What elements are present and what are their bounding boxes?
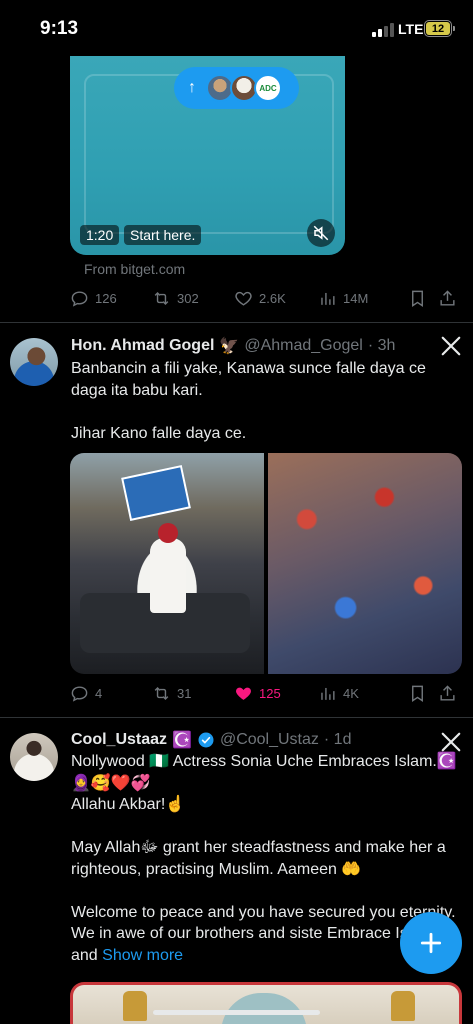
views-icon bbox=[321, 292, 335, 305]
rally-figure-cap bbox=[158, 523, 178, 543]
rally-banner bbox=[121, 465, 191, 521]
views-icon bbox=[321, 687, 335, 700]
new-posts-pill[interactable]: ↑ ADC bbox=[174, 67, 299, 109]
plus-icon bbox=[420, 932, 442, 954]
avatar[interactable] bbox=[10, 733, 58, 781]
tweet-text: Banbancin a fili yake, Kanawa sunce fall… bbox=[71, 360, 426, 442]
tweet-media-preview[interactable] bbox=[70, 982, 462, 1024]
x-logo-icon[interactable] bbox=[440, 731, 462, 753]
avatar: ADC bbox=[254, 74, 282, 102]
tweet-actions: 4 31 125 4K bbox=[70, 681, 465, 705]
post-time: · 1d bbox=[323, 731, 352, 748]
author-name[interactable]: Hon. Ahmad Gogel bbox=[71, 337, 214, 355]
repost-button[interactable]: 302 bbox=[152, 289, 234, 308]
bookmark-icon bbox=[412, 290, 423, 307]
badge-label: ADC bbox=[259, 83, 277, 93]
network-label: LTE bbox=[398, 21, 424, 37]
views-button[interactable]: 4K bbox=[318, 684, 408, 703]
name-emoji: 🦅 bbox=[219, 338, 240, 355]
bookmark-button[interactable] bbox=[408, 684, 438, 703]
like-button[interactable]: 2.6K bbox=[234, 289, 318, 308]
bookmark-icon bbox=[412, 685, 423, 702]
reply-button[interactable]: 126 bbox=[70, 289, 152, 308]
repost-count: 31 bbox=[177, 685, 192, 701]
signal-icon bbox=[372, 23, 394, 37]
views-count: 4K bbox=[343, 685, 359, 701]
tweet-actions: 126 302 2.6K 14M bbox=[70, 286, 465, 310]
author-handle[interactable]: @Cool_Ustaz bbox=[220, 731, 319, 749]
divider bbox=[0, 717, 473, 718]
share-icon bbox=[440, 684, 455, 701]
name-emoji: ☪️ bbox=[172, 732, 192, 749]
repost-icon bbox=[154, 291, 169, 305]
status-time: 9:13 bbox=[40, 18, 79, 39]
views-button[interactable]: 14M bbox=[318, 289, 408, 308]
muted-speaker-icon bbox=[313, 225, 329, 241]
reply-icon bbox=[71, 685, 88, 702]
share-icon bbox=[440, 289, 455, 306]
author-handle[interactable]: @Ahmad_Gogel bbox=[244, 337, 363, 355]
source-label[interactable]: From bitget.com bbox=[84, 261, 185, 277]
media-grid bbox=[70, 453, 462, 674]
author-name[interactable]: Cool_Ustaaz bbox=[71, 731, 167, 749]
heart-icon bbox=[235, 291, 252, 306]
battery-tip bbox=[453, 26, 455, 31]
compose-button[interactable] bbox=[400, 912, 462, 974]
views-count: 14M bbox=[343, 290, 369, 306]
like-count: 2.6K bbox=[259, 290, 286, 306]
post-time: · 3h bbox=[367, 337, 396, 354]
video-cta[interactable]: Start here. bbox=[124, 225, 202, 245]
rally-photo[interactable] bbox=[70, 453, 264, 674]
reply-button[interactable]: 4 bbox=[70, 684, 152, 703]
portrait bbox=[221, 993, 307, 1024]
repost-icon bbox=[154, 686, 169, 700]
lamp-decoration bbox=[391, 991, 415, 1021]
share-button[interactable] bbox=[438, 684, 462, 703]
tweet-header: Cool_Ustaaz ☪️ @Cool_Ustaz · 1d bbox=[71, 730, 351, 750]
like-count: 125 bbox=[259, 685, 281, 701]
bookmark-button[interactable] bbox=[408, 289, 438, 308]
avatar[interactable] bbox=[10, 338, 58, 386]
rally-figure bbox=[150, 538, 186, 613]
arrow-up-icon: ↑ bbox=[188, 79, 196, 96]
x-logo-icon[interactable] bbox=[440, 335, 462, 357]
reply-count: 4 bbox=[95, 685, 103, 701]
like-button[interactable]: 125 bbox=[234, 684, 318, 703]
repost-count: 302 bbox=[177, 290, 199, 306]
crowd-photo[interactable] bbox=[268, 453, 462, 674]
video-duration: 1:20 bbox=[80, 225, 120, 245]
repost-button[interactable]: 31 bbox=[152, 684, 234, 703]
heart-filled-icon bbox=[236, 687, 251, 700]
tweet-header: Hon. Ahmad Gogel 🦅 @Ahmad_Gogel · 3h bbox=[71, 336, 395, 356]
reply-count: 126 bbox=[95, 290, 117, 306]
mute-button[interactable] bbox=[307, 219, 335, 247]
status-bar: 9:13 LTE 12 bbox=[0, 0, 473, 56]
battery-level: 12 bbox=[426, 22, 450, 35]
share-button[interactable] bbox=[438, 289, 462, 308]
battery-icon: 12 bbox=[424, 20, 452, 37]
lamp-decoration bbox=[123, 991, 147, 1021]
reply-icon bbox=[71, 290, 88, 307]
show-more-link[interactable]: Show more bbox=[102, 947, 183, 964]
divider bbox=[0, 322, 473, 323]
verified-badge-icon bbox=[198, 732, 214, 748]
home-indicator[interactable] bbox=[153, 1010, 320, 1015]
